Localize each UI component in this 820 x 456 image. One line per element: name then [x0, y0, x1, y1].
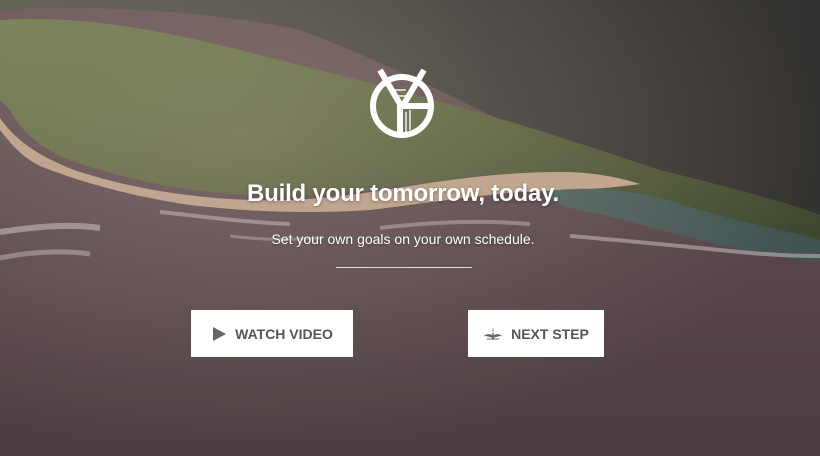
play-icon — [213, 326, 227, 341]
hero-headline: Build your tomorrow, today. — [247, 180, 559, 207]
yg-monogram-logo[interactable] — [366, 66, 440, 140]
hero-subheadline: Set your own goals on your own schedule. — [271, 231, 535, 247]
watch-video-button[interactable]: WATCH VIDEO — [191, 310, 353, 357]
leaf-sprout-icon — [484, 327, 503, 340]
hero-section: Build your tomorrow, today. Set your own… — [0, 0, 820, 456]
divider — [336, 267, 472, 268]
next-step-button[interactable]: NEXT STEP — [468, 310, 604, 357]
next-step-label: NEXT STEP — [511, 325, 589, 342]
watch-video-label: WATCH VIDEO — [235, 325, 333, 342]
